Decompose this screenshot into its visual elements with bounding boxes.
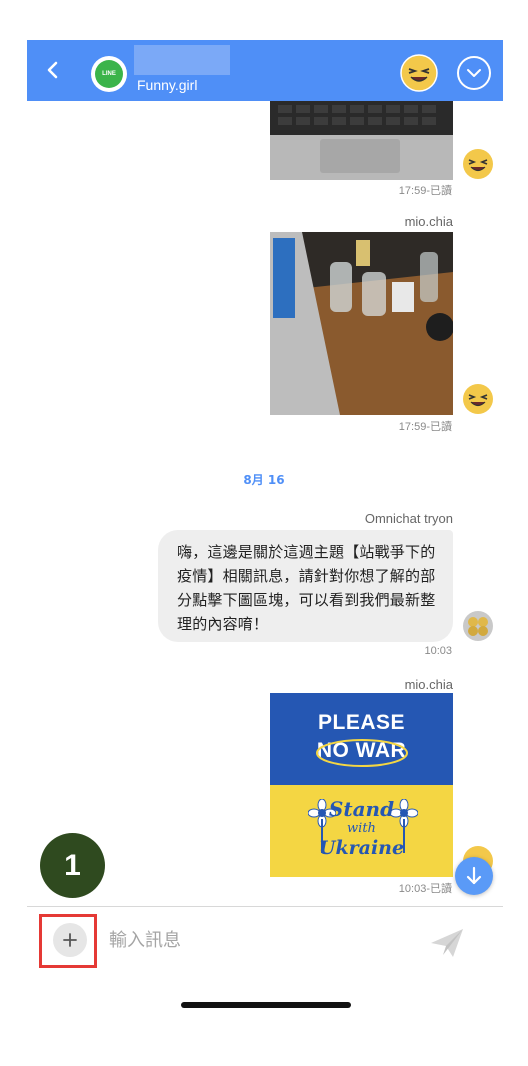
message-status: 10:03-已讀 — [398, 883, 452, 895]
sender-name: Omnichat tryon — [364, 511, 453, 526]
redacted-name — [134, 45, 230, 75]
card-line: Stand — [328, 797, 395, 821]
card-top-panel: PLEASE NO WAR — [270, 693, 453, 785]
plus-icon — [63, 933, 77, 947]
message-text: 嗨，這邊是關於這週主題【站戰爭下的疫情】相關訊息，請針對你想了解的部分點擊下圖區… — [177, 543, 436, 633]
line-logo-text: LINE — [102, 71, 116, 77]
contact-name: Funny.girl — [137, 77, 198, 93]
chevron-left-icon — [47, 61, 58, 79]
message-status: 17:59-已讀 — [398, 421, 452, 433]
back-button[interactable] — [41, 56, 65, 84]
card-line: PLEASE — [317, 711, 406, 734]
emoji-avatar-icon[interactable] — [462, 383, 494, 415]
step-number-badge: 1 — [40, 833, 105, 898]
laptop-photo-image — [270, 101, 453, 180]
message-bubble: 嗨，這邊是關於這週主題【站戰爭下的疫情】相關訊息，請針對你想了解的部分點擊下圖區… — [158, 530, 453, 642]
chat-image-card-ukraine[interactable]: PLEASE NO WAR Stand with Ukraine — [270, 693, 453, 877]
add-attachment-button[interactable] — [53, 923, 87, 957]
arrow-down-icon — [466, 866, 482, 885]
home-indicator — [181, 1002, 351, 1008]
card-line: Ukraine — [318, 837, 405, 859]
line-channel-logo: LINE — [91, 56, 127, 92]
send-icon — [431, 929, 463, 957]
message-status: 17:59-已讀 — [398, 185, 452, 197]
message-composer — [27, 906, 503, 971]
message-time: 10:03 — [424, 645, 452, 657]
date-separator: 8月 16 — [243, 473, 285, 487]
chat-photo-laptop[interactable] — [270, 101, 453, 180]
emoji-avatar-icon[interactable] — [400, 54, 438, 92]
chat-header: LINE Funny.girl — [27, 40, 503, 101]
table-photo-image — [270, 232, 453, 415]
message-input[interactable] — [109, 923, 409, 957]
sender-name: mio.chia — [404, 677, 453, 692]
send-button[interactable] — [429, 927, 465, 959]
bot-avatar-icon[interactable] — [462, 610, 494, 642]
sender-name: mio.chia — [404, 214, 453, 229]
scroll-to-bottom-button[interactable] — [455, 857, 493, 895]
card-line: with — [347, 821, 376, 836]
chevron-down-icon — [467, 69, 481, 77]
emoji-avatar-icon[interactable] — [462, 148, 494, 180]
card-bottom-panel: Stand with Ukraine — [270, 785, 453, 877]
menu-dropdown-button[interactable] — [457, 56, 491, 90]
underline-swoosh — [316, 739, 408, 767]
chat-photo-table[interactable] — [270, 232, 453, 415]
